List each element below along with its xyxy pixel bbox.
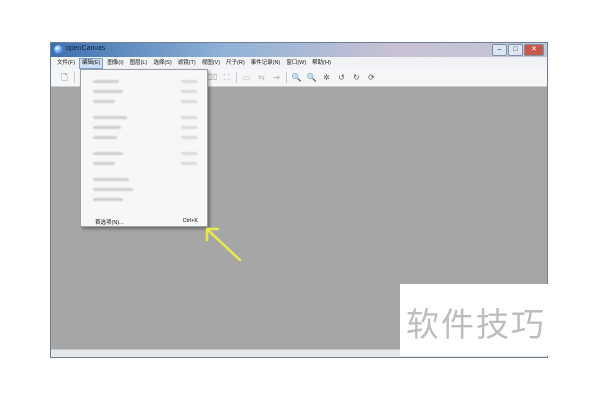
menu-shortcut-blurred: [181, 152, 197, 155]
menu-help[interactable]: 帮助(H): [310, 58, 333, 69]
refresh-icon[interactable]: ⟳: [366, 72, 377, 83]
menu-shortcut-blurred: [181, 100, 197, 103]
menu-shortcut-blurred: [181, 136, 197, 139]
toolbar-separator: [286, 72, 287, 83]
menu-shortcut-blurred: [181, 80, 197, 83]
zoom-in-icon[interactable]: 🔍: [291, 72, 302, 83]
move-icon[interactable]: ⇆: [256, 72, 267, 83]
menu-view[interactable]: 视图(V): [200, 58, 222, 69]
menu-item-blurred[interactable]: [93, 90, 123, 93]
window-title: openCanvas: [66, 45, 106, 52]
close-button[interactable]: ✕: [524, 44, 544, 56]
menu-item-blurred[interactable]: [93, 178, 129, 181]
menu-item-blurred[interactable]: [93, 188, 133, 191]
menu-window[interactable]: 窗口(W): [284, 58, 308, 69]
menu-ruler[interactable]: 尺子(R): [224, 58, 247, 69]
minimize-button[interactable]: –: [492, 44, 507, 56]
edit-menu-dropdown: 首选项(N)... Ctrl+K: [80, 69, 208, 227]
menu-item-blurred[interactable]: [93, 126, 121, 129]
menu-event-log[interactable]: 事件记录(N): [249, 58, 283, 69]
window-controls: – □ ✕: [492, 44, 544, 56]
menu-item-blurred[interactable]: [93, 152, 123, 155]
menu-select[interactable]: 选择(S): [151, 58, 173, 69]
menu-item-blurred[interactable]: [93, 116, 127, 119]
menu-item-preferences[interactable]: 首选项(N)...: [95, 218, 124, 226]
menu-layer[interactable]: 图层(L): [128, 58, 150, 69]
menu-shortcut-blurred: [181, 116, 197, 119]
watermark-panel: 软件技巧: [400, 284, 600, 356]
settings-icon[interactable]: ✲: [321, 72, 332, 83]
menu-item-blurred[interactable]: [93, 162, 115, 165]
select-rect-icon[interactable]: ▭: [241, 72, 252, 83]
menu-item-blurred[interactable]: [93, 100, 115, 103]
menu-item-blurred[interactable]: [93, 136, 117, 139]
title-bar[interactable]: openCanvas – □ ✕: [51, 43, 547, 57]
menu-shortcut-blurred: [181, 162, 197, 165]
eyedropper-icon[interactable]: ⇥: [271, 72, 282, 83]
menu-shortcut-preferences: Ctrl+K: [182, 218, 198, 224]
menu-filter[interactable]: 滤镜(T): [176, 58, 198, 69]
pointer-arrow-icon: [205, 227, 242, 262]
menu-shortcut-blurred: [181, 90, 197, 93]
zoom-out-icon[interactable]: 🔍: [306, 72, 317, 83]
menu-file[interactable]: 文件(F): [55, 58, 77, 69]
menu-edit[interactable]: 编辑(E): [79, 57, 104, 69]
toolbar-separator: [236, 72, 237, 83]
new-file-icon[interactable]: 🗋: [59, 72, 70, 83]
undo-icon[interactable]: ↺: [336, 72, 347, 83]
stamp-icon[interactable]: ⛶: [221, 72, 232, 83]
app-logo-icon: [54, 45, 63, 54]
menu-item-blurred[interactable]: [93, 198, 123, 201]
maximize-button[interactable]: □: [508, 44, 523, 56]
toolbar-separator: [74, 72, 75, 83]
redo-icon[interactable]: ↻: [351, 72, 362, 83]
menu-image[interactable]: 图像(I): [105, 58, 125, 69]
menu-item-blurred[interactable]: [93, 80, 119, 83]
watermark-text: 软件技巧: [406, 305, 546, 344]
menu-shortcut-blurred: [181, 126, 197, 129]
